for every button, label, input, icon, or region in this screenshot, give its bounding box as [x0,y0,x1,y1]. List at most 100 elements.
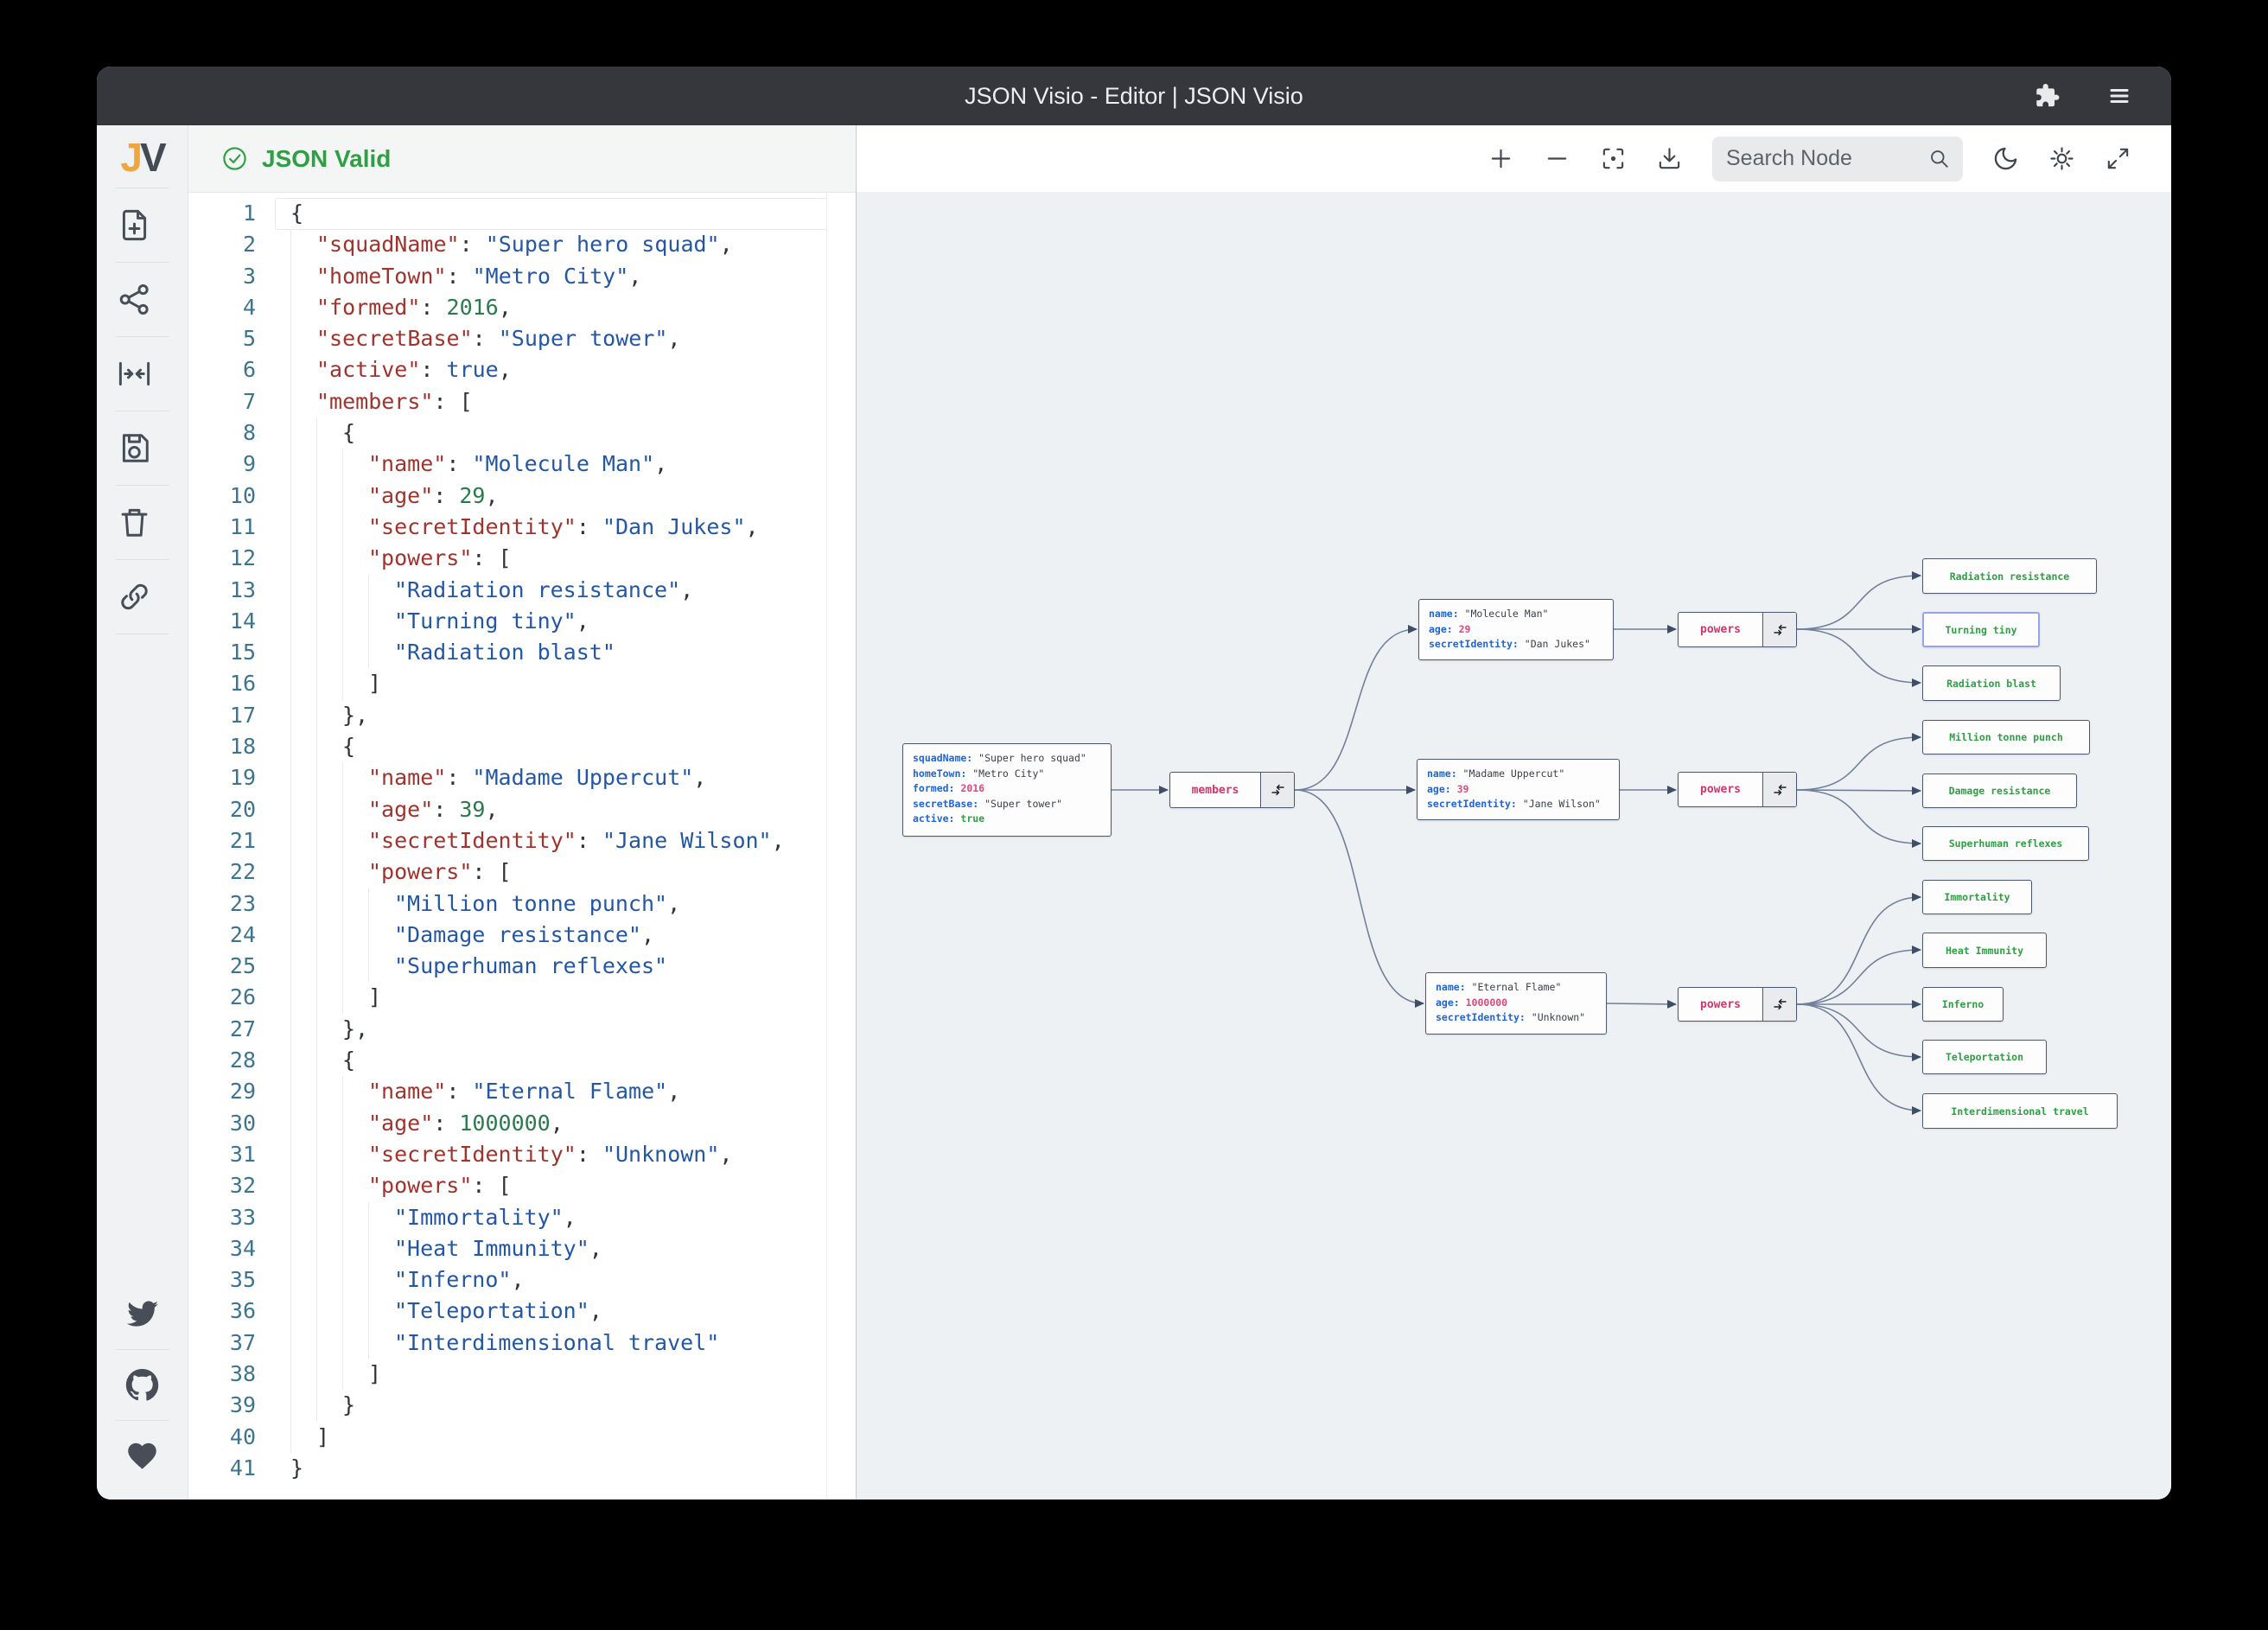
sidebar-heart-button[interactable] [125,1421,159,1491]
graph-node-superhuman-reflexes[interactable]: Superhuman reflexes [1922,826,2089,861]
indent-guide [342,919,368,952]
titlebar: JSON Visio - Editor | JSON Visio [97,67,2171,125]
graph-node-teleportation[interactable]: Teleportation [1922,1040,2047,1074]
token-k: "powers" [368,859,473,885]
token-p: , [667,890,681,916]
sidebar-save-button[interactable] [116,411,169,485]
fit-width-icon [116,355,169,392]
sidebar-share-nodes-button[interactable] [116,263,169,336]
sidebar-social [115,1279,169,1499]
sidebar-github-button[interactable] [125,1350,159,1420]
collapse-node-button[interactable] [1762,988,1796,1021]
toolbar-plus-button[interactable] [1488,145,1514,172]
line-number: 26 [229,984,256,1010]
indent-guide [342,1358,368,1391]
token-p: , [719,1141,733,1167]
editor-line: 41} [188,1453,856,1484]
token-k: "name" [368,451,447,477]
indent-guide [342,1107,368,1139]
token-s: "Radiation resistance" [394,576,681,602]
graph-node-eternal-flame[interactable]: name: "Eternal Flame" age: 1000000 secretI… [1425,972,1607,1035]
graph-node-molecule-man[interactable]: name: "Molecule Man" age: 29 secretIdentit… [1418,599,1614,660]
token-k: "age" [368,796,434,822]
token-n: 2016 [446,294,499,320]
node-row-age: age: 29 [1419,622,1613,638]
graph-node-damage-resistance[interactable]: Damage resistance [1922,774,2077,808]
graph-node-powers-1[interactable]: powers [1678,612,1797,647]
token-k: "powers" [368,1173,473,1199]
graph-canvas[interactable]: squadName: "Super hero squad" homeTown: "… [857,192,2171,1499]
leaf-label: Radiation resistance [1949,570,2070,583]
graph-node-radiation-resistance[interactable]: Radiation resistance [1922,558,2097,594]
indent-guide [316,417,342,449]
titlebar-menu-button[interactable] [2106,82,2133,110]
graph-node-members[interactable]: members [1169,772,1295,808]
graph-node-interdimensional-travel[interactable]: Interdimensional travel [1922,1093,2118,1129]
sidebar-fit-width-button[interactable] [116,337,169,411]
token-p: ] [368,671,382,697]
code-text: "secretIdentity": "Jane Wilson", [290,825,785,857]
graph-node-turning-tiny[interactable]: Turning tiny [1922,612,2040,647]
indent-guide [316,511,342,544]
toolbar-fullscreen-button[interactable] [2105,145,2131,172]
graph-node-million-tonne-punch[interactable]: Million tonne punch [1922,720,2090,755]
indent-guide [316,1358,342,1391]
collapse-node-button[interactable] [1762,613,1796,646]
toolbar-download-button[interactable] [1656,145,1683,172]
line-number: 11 [229,513,256,539]
share-nodes-icon [116,281,169,318]
sidebar-new-document-button[interactable] [116,188,169,262]
toolbar-moon-button[interactable] [1992,145,2019,172]
toolbar-gear-button[interactable] [2048,145,2075,172]
graph-node-root[interactable]: squadName: "Super hero squad" homeTown: "… [902,743,1112,837]
graph-node-radiation-blast[interactable]: Radiation blast [1922,665,2061,701]
traffic-lights [135,88,176,104]
graph-node-powers-2[interactable]: powers [1678,772,1797,807]
sidebar-link-button[interactable] [116,560,169,634]
token-p: : [576,1141,602,1167]
editor-line: 12 "powers": [ [188,543,856,575]
graph-node-powers-3[interactable]: powers [1678,987,1797,1022]
editor-line: 36 "Teleportation", [188,1296,856,1328]
collapse-node-button[interactable] [1260,773,1294,807]
indent-guide [342,668,368,700]
indent-guide [290,731,316,763]
indent-guide [290,1201,316,1233]
json-editor[interactable]: 1{2 "squadName": "Super hero squad", 3 "hom… [188,193,856,1499]
indent-guide [316,637,342,669]
code-text: { [290,1045,355,1077]
indent-guide [316,543,342,575]
line-number: 13 [229,576,256,602]
token-k: "name" [368,1079,447,1105]
line-number: 38 [229,1360,256,1386]
sidebar-twitter-button[interactable] [125,1279,159,1349]
graph-node-immortality[interactable]: Immortality [1922,880,2032,914]
node-label: powers [1700,997,1741,1011]
indent-guide [342,1232,368,1265]
editor-line: 39} [188,1390,856,1422]
collapse-icon [1773,998,1787,1010]
collapse-node-button[interactable] [1762,773,1796,806]
graph-node-inferno[interactable]: Inferno [1922,987,2004,1022]
heart-icon [125,1439,159,1473]
code-text: } [290,1453,303,1484]
token-p: } [342,1392,356,1418]
indent-guide [290,668,316,700]
search-node-input[interactable] [1724,145,1927,172]
graph-node-heat-immunity[interactable]: Heat Immunity [1922,933,2047,968]
leaf-label: Superhuman reflexes [1948,837,2063,850]
token-s: "Million tonne punch" [394,890,668,916]
toolbar-minus-button[interactable] [1544,145,1570,172]
editor-line: 22 "powers": [ [188,856,856,888]
code-text: "Superhuman reflexes" [290,951,667,983]
token-p: : [446,451,473,477]
titlebar-puzzle-button[interactable] [2033,82,2061,110]
node-value: 29 [1458,622,1471,635]
node-key: secretIdentity: [1429,638,1525,651]
token-s: "Eternal Flame" [472,1079,668,1105]
line-number: 1 [242,201,256,226]
toolbar-focus-center-button[interactable] [1600,145,1627,172]
code-text: "name": "Eternal Flame", [290,1076,680,1108]
graph-node-madame-uppercut[interactable]: name: "Madame Uppercut" age: 39 secretIden… [1417,759,1620,820]
sidebar-delete-button[interactable] [116,486,169,559]
